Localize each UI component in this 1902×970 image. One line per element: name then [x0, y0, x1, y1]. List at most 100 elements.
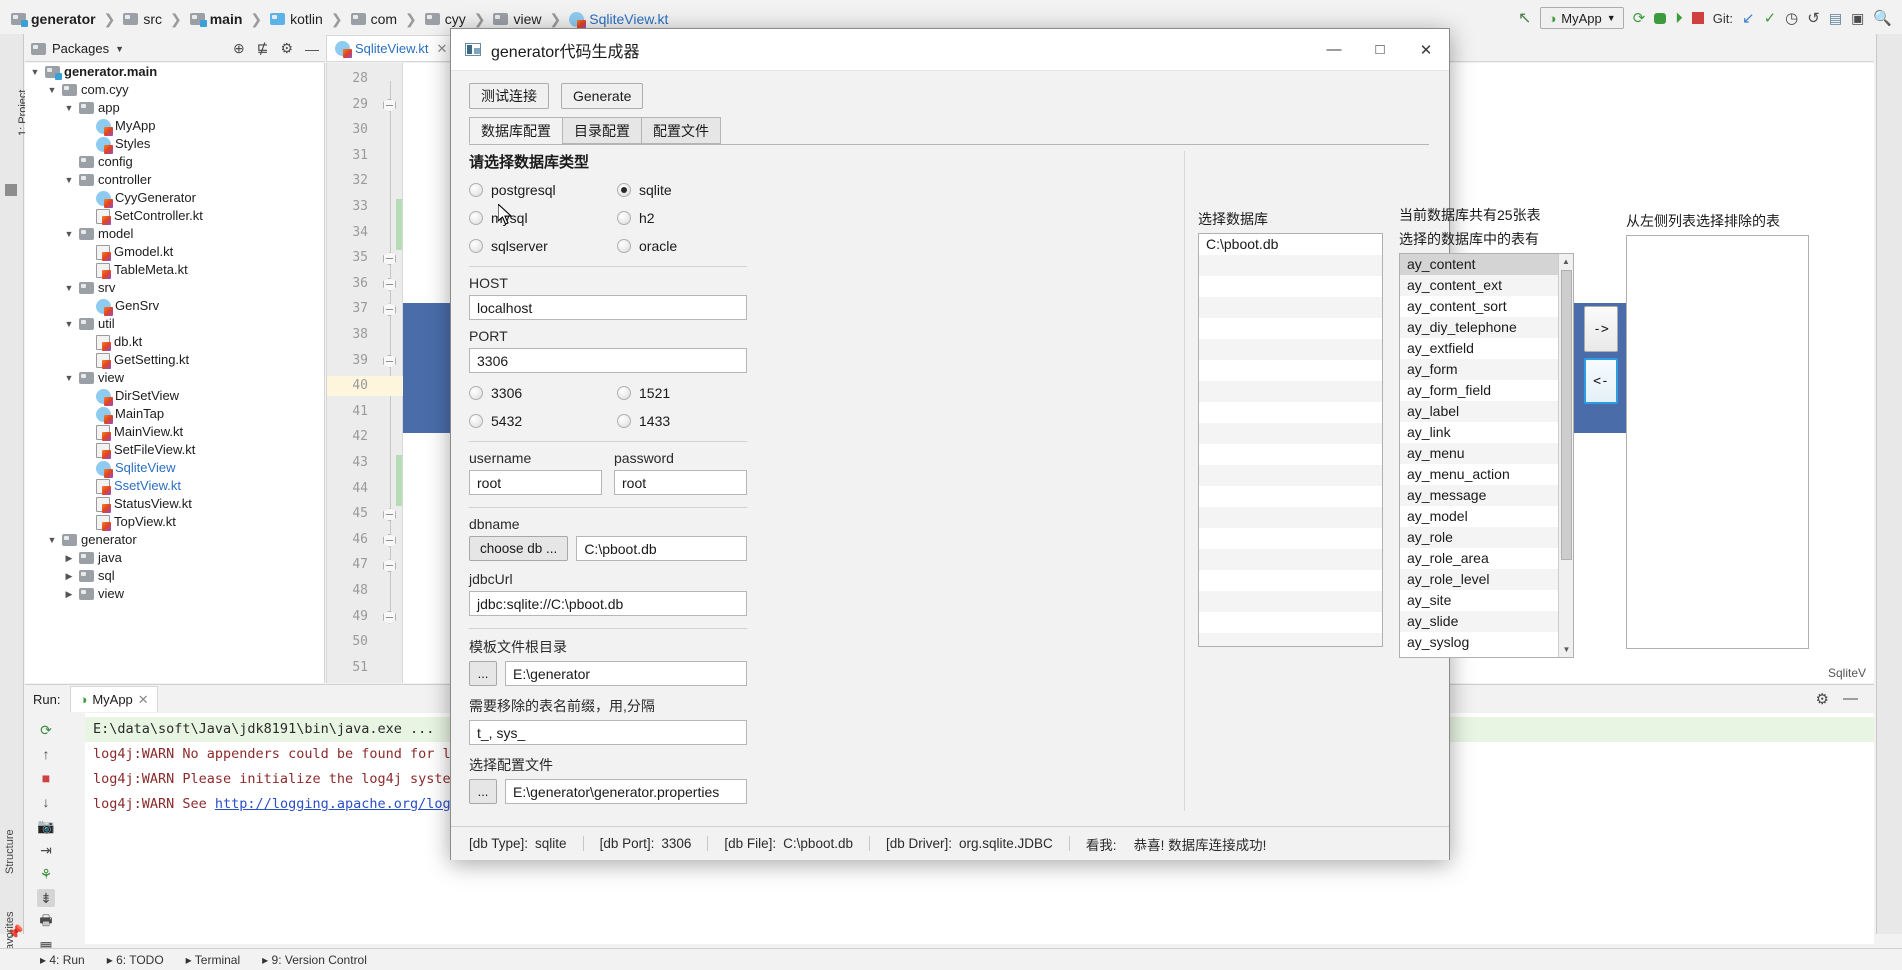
- table-list-item[interactable]: ay_extfield: [1400, 338, 1558, 359]
- code-fold-toggle[interactable]: [383, 508, 396, 522]
- breadcrumb-item-kotlin[interactable]: kotlin: [267, 11, 326, 27]
- radio-button[interactable]: [617, 239, 631, 253]
- code-fold-toggle[interactable]: [383, 354, 396, 368]
- tree-item-maintap[interactable]: MainTap: [25, 405, 324, 424]
- run-configuration-selector[interactable]: ◑ MyApp ▼: [1540, 7, 1624, 29]
- tree-item-mainview-kt[interactable]: MainView.kt: [25, 423, 324, 441]
- gear-icon[interactable]: ⚙: [1816, 690, 1829, 708]
- print-icon[interactable]: 🖶: [37, 912, 55, 931]
- db-type-radio-h2[interactable]: h2: [617, 210, 747, 226]
- password-input[interactable]: root: [614, 470, 747, 495]
- username-input[interactable]: root: [469, 470, 602, 495]
- scroll-down-icon[interactable]: ↓: [37, 793, 55, 811]
- close-button[interactable]: ✕: [1403, 29, 1449, 71]
- radio-button[interactable]: [469, 239, 483, 253]
- tables-scrollbar[interactable]: ▲ ▼: [1558, 254, 1573, 657]
- scroll-to-end-icon[interactable]: ⇟: [37, 889, 55, 907]
- search-icon[interactable]: 🔍: [1873, 9, 1892, 27]
- close-icon[interactable]: ✕: [138, 692, 149, 708]
- thread-dump-icon[interactable]: ⚘: [37, 865, 55, 883]
- table-list-item[interactable]: ay_menu: [1400, 443, 1558, 464]
- db-list-item[interactable]: C:\pboot.db: [1199, 234, 1382, 255]
- table-list-item[interactable]: ay_role_area: [1400, 548, 1558, 569]
- test-connection-button[interactable]: 测试连接: [469, 83, 549, 109]
- minimize-button[interactable]: —: [1311, 29, 1357, 71]
- radio-button[interactable]: [469, 183, 483, 197]
- breadcrumb-item-cyy[interactable]: cyy: [422, 11, 469, 27]
- host-input[interactable]: localhost: [469, 295, 747, 320]
- table-list-item[interactable]: ay_syslog: [1400, 632, 1558, 653]
- table-list-item[interactable]: ay_site: [1400, 590, 1558, 611]
- choose-db-button[interactable]: choose db ...: [469, 536, 569, 561]
- code-fold-toggle[interactable]: [383, 610, 396, 624]
- code-fold-toggle[interactable]: [383, 252, 396, 266]
- tree-item-sqliteview[interactable]: SqliteView: [25, 459, 324, 478]
- stop-button[interactable]: [1691, 12, 1704, 24]
- gear-icon[interactable]: ⚙: [280, 40, 293, 57]
- code-fold-toggle[interactable]: [383, 98, 396, 112]
- port-input[interactable]: 3306: [469, 348, 747, 373]
- tree-item-generator[interactable]: ▼ generator: [25, 531, 324, 549]
- tree-item-view[interactable]: ▶ view: [25, 585, 324, 603]
- chevron-down-icon[interactable]: ▼: [63, 99, 75, 117]
- chevron-down-icon[interactable]: ▼: [63, 315, 75, 333]
- chevron-down-icon[interactable]: ▼: [46, 81, 58, 99]
- table-list-item[interactable]: ay_label: [1400, 401, 1558, 422]
- template-dir-browse-button[interactable]: ...: [469, 661, 497, 686]
- chevron-down-icon[interactable]: ▼: [63, 279, 75, 297]
- code-fold-toggle[interactable]: [383, 303, 396, 317]
- status-bar-item-6-todo[interactable]: ▸ 6: TODO: [107, 953, 164, 967]
- scroll-up-arrow-icon[interactable]: ▲: [1559, 254, 1573, 269]
- tree-item-topview-kt[interactable]: TopView.kt: [25, 513, 324, 531]
- scrollbar-thumb[interactable]: [1561, 270, 1572, 560]
- tree-item-ssetview-kt[interactable]: SsetView.kt: [25, 477, 324, 495]
- table-list-item[interactable]: ay_model: [1400, 506, 1558, 527]
- breadcrumb-item-main[interactable]: main: [187, 11, 246, 27]
- console-link[interactable]: http://logging.apache.org/log4: [215, 796, 459, 812]
- port-radio-1521[interactable]: 1521: [617, 385, 747, 401]
- editor-gutter[interactable]: 28 29 30 31 32 33 34 35 36 37 38 39 40 41 42 43 44 45 46 47…: [327, 63, 403, 683]
- tree-item-db-kt[interactable]: db.kt: [25, 333, 324, 351]
- db-type-radio-group[interactable]: postgresql sqlite mysql h2 sqlserver oracle: [469, 182, 747, 254]
- breadcrumb-item-sqliteview-kt[interactable]: SqliteView.kt: [566, 11, 671, 29]
- tree-item-model[interactable]: ▼ model: [25, 225, 324, 243]
- back-arrow-icon[interactable]: ↖: [1518, 8, 1531, 28]
- table-list-item[interactable]: ay_content_sort: [1400, 296, 1558, 317]
- radio-button[interactable]: [469, 414, 483, 428]
- code-fold-toggle[interactable]: [383, 533, 396, 547]
- table-list-item[interactable]: ay_role_level: [1400, 569, 1558, 590]
- tree-item-srv[interactable]: ▼ srv: [25, 279, 324, 297]
- move-right-button[interactable]: ->: [1584, 306, 1618, 352]
- table-list-item[interactable]: ay_content: [1400, 254, 1558, 275]
- tree-item-gmodel-kt[interactable]: Gmodel.kt: [25, 243, 324, 261]
- tree-item-tablemeta-kt[interactable]: TableMeta.kt: [25, 261, 324, 279]
- tree-item-controller[interactable]: ▼ controller: [25, 171, 324, 189]
- tree-item-myapp[interactable]: MyApp: [25, 117, 324, 136]
- debug-button[interactable]: [1654, 12, 1667, 24]
- db-type-radio-mysql[interactable]: mysql: [469, 210, 617, 226]
- status-bar-item-terminal[interactable]: ▸ Terminal: [186, 953, 241, 967]
- table-list-item[interactable]: ay_form_field: [1400, 380, 1558, 401]
- chevron-down-icon[interactable]: ▼: [46, 531, 58, 549]
- config-file-input[interactable]: E:\generator\generator.properties: [505, 779, 747, 804]
- run-tab-myapp[interactable]: ◑ MyApp ✕: [70, 686, 158, 712]
- status-bar-item-9-version-control[interactable]: ▸ 9: Version Control: [262, 953, 367, 967]
- radio-button[interactable]: [617, 211, 631, 225]
- chevron-down-icon[interactable]: ▼: [29, 63, 41, 81]
- jdbcurl-input[interactable]: jdbc:sqlite://C:\pboot.db: [469, 591, 747, 616]
- chevron-down-icon[interactable]: ▼: [63, 369, 75, 387]
- tree-item-com-cyy[interactable]: ▼ com.cyy: [25, 81, 324, 99]
- table-list-item[interactable]: ay_slide: [1400, 611, 1558, 632]
- chevron-down-icon[interactable]: ▼: [63, 225, 75, 243]
- tree-item-gensrv[interactable]: GenSrv: [25, 297, 324, 316]
- git-history-icon[interactable]: ◷: [1785, 9, 1798, 27]
- table-list-item[interactable]: ay_menu_action: [1400, 464, 1558, 485]
- tree-item-util[interactable]: ▼ util: [25, 315, 324, 333]
- radio-button[interactable]: [617, 414, 631, 428]
- dialog-tab-0[interactable]: 数据库配置: [469, 117, 563, 144]
- maximize-button[interactable]: □: [1357, 29, 1403, 71]
- project-tree[interactable]: ▼ generator.main ▼ com.cyy ▼ app MyApp Styles co…: [25, 63, 325, 683]
- db-type-radio-sqlserver[interactable]: sqlserver: [469, 238, 617, 254]
- tree-item-config[interactable]: config: [25, 153, 324, 171]
- move-left-button[interactable]: <-: [1584, 358, 1618, 404]
